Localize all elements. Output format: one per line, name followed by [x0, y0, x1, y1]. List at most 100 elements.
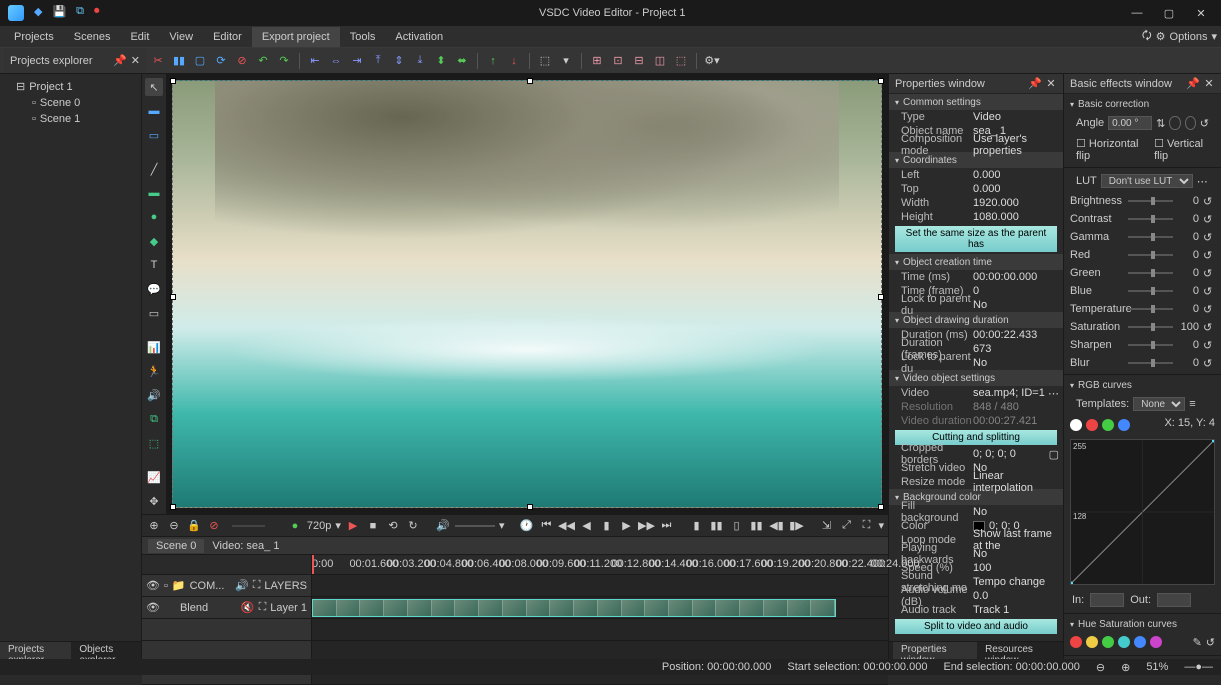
scene-tab[interactable]: Scene 0 [148, 539, 204, 553]
menu-scenes[interactable]: Scenes [64, 27, 121, 47]
resolution-label[interactable]: 720p [307, 520, 331, 532]
volume-slider[interactable] [455, 525, 495, 527]
tool-line-icon[interactable]: ╱ [145, 160, 163, 178]
tool-chart-icon[interactable]: 📊 [145, 338, 163, 356]
browse-icon[interactable]: ⋯ [1197, 175, 1208, 188]
tl-clock-icon[interactable]: 🕐 [518, 518, 534, 534]
reset-icon[interactable]: ↺ [1203, 231, 1215, 244]
tool-image-icon[interactable]: ▭ [145, 126, 163, 144]
section-creation[interactable]: Object creation time [889, 254, 1063, 270]
zoom-in-icon[interactable]: ⊕ [1121, 661, 1130, 674]
tool-rect-icon[interactable]: ▬ [145, 184, 163, 202]
snap4-icon[interactable]: ◫ [651, 52, 669, 70]
tl-marker5-icon[interactable]: ◀▮ [768, 518, 784, 534]
angle-input[interactable] [1108, 116, 1152, 130]
timeline-ruler[interactable]: 0:00 00:01.600 00:03.200 00:04.800 00:06… [312, 555, 888, 574]
section-hue-sat[interactable]: Hue Saturation curves [1070, 616, 1215, 632]
vflip-checkbox[interactable]: ☐ Vertical flip [1154, 137, 1209, 162]
slider-saturation[interactable] [1128, 326, 1173, 328]
slider-green[interactable] [1128, 272, 1173, 274]
slider-sharpen[interactable] [1128, 344, 1173, 346]
curve-blue-icon[interactable] [1118, 419, 1130, 431]
curve-out-input[interactable] [1157, 593, 1191, 607]
close-icon[interactable]: ✕ [1045, 78, 1057, 90]
new-icon[interactable]: ◆ [34, 5, 42, 21]
close-panel-icon[interactable]: ✕ [131, 54, 140, 67]
hue-yellow-icon[interactable] [1086, 636, 1098, 648]
hue-blue-icon[interactable] [1134, 636, 1146, 648]
tool-audio-icon[interactable]: 🔊 [145, 386, 163, 404]
slider-contrast[interactable] [1128, 218, 1173, 220]
eye-icon[interactable]: 👁 [146, 601, 160, 614]
tl-remove-icon[interactable]: ⊖ [166, 518, 182, 534]
saveall-icon[interactable]: ⧉ [76, 5, 84, 21]
tl-nextframe-icon[interactable]: ▶ [618, 518, 634, 534]
tree-scene-0[interactable]: ▫ Scene 0 [4, 95, 137, 111]
rotate-icon[interactable]: ⟳ [212, 52, 230, 70]
tool-animation-icon[interactable]: 🏃 [145, 362, 163, 380]
settings-icon[interactable]: ⚙▾ [703, 52, 721, 70]
tool-histogram-icon[interactable]: 📈 [145, 468, 163, 486]
mute-icon[interactable]: 🔇 [241, 601, 255, 614]
lock-icon[interactable]: ▫ [164, 580, 168, 592]
slider-red[interactable] [1128, 254, 1173, 256]
pin-icon[interactable]: 📌 [1187, 78, 1199, 90]
section-video-settings[interactable]: Video object settings [889, 370, 1063, 386]
reset-icon[interactable]: ↺ [1203, 339, 1215, 352]
align-center-v-icon[interactable]: ⇕ [390, 52, 408, 70]
section-rgb-curves[interactable]: RGB curves [1070, 377, 1215, 393]
tree-scene-1[interactable]: ▫ Scene 1 [4, 111, 137, 127]
zoom-slider-icon[interactable]: —●— [1184, 661, 1213, 673]
chevron-down-icon[interactable]: ▾ [878, 519, 884, 532]
tool-subtitle-icon[interactable]: ▭ [145, 304, 163, 322]
menu-projects[interactable]: Projects [4, 27, 64, 47]
audio-icon[interactable]: 🔊 [235, 579, 249, 592]
pen-icon[interactable]: ✎ [1193, 636, 1202, 649]
align-left-icon[interactable]: ⇤ [306, 52, 324, 70]
hue-red-icon[interactable] [1070, 636, 1082, 648]
tl-marker6-icon[interactable]: ▮▶ [788, 518, 804, 534]
tool-counter-icon[interactable]: ⧉ [145, 410, 163, 428]
tool-freeform-icon[interactable]: ◆ [145, 232, 163, 250]
same-size-button[interactable]: Set the same size as the parent has [895, 226, 1057, 252]
crop-icon[interactable]: ▢ [191, 52, 209, 70]
chevron-down-icon[interactable]: ▾ [335, 519, 341, 532]
rotate-cw-icon[interactable] [1185, 116, 1196, 130]
layer-down-icon[interactable]: ↓ [505, 52, 523, 70]
undo-icon[interactable]: ↶ [254, 52, 272, 70]
split-av-button[interactable]: Split to video and audio [895, 619, 1057, 634]
tl-lock-icon[interactable]: 🔒 [186, 518, 202, 534]
redo-icon[interactable]: ↷ [275, 52, 293, 70]
tl-marker4-icon[interactable]: ▮▮ [748, 518, 764, 534]
align-top-icon[interactable]: ⤒ [369, 52, 387, 70]
hue-green-icon[interactable] [1102, 636, 1114, 648]
maximize-button[interactable]: ▢ [1157, 4, 1181, 22]
slider-blue[interactable] [1128, 290, 1173, 292]
tl-stop-icon[interactable]: ■ [365, 518, 381, 534]
reset-icon[interactable]: ↺ [1203, 213, 1215, 226]
menu-export[interactable]: Export project [252, 27, 340, 47]
tl-fit3-icon[interactable]: ⛶ [858, 518, 874, 534]
crop-icon[interactable]: ▢ [1049, 448, 1059, 461]
tl-start-icon[interactable]: ⏮ [538, 518, 554, 534]
tl-add-icon[interactable]: ⊕ [146, 518, 162, 534]
browse-icon[interactable]: ⋯ [1048, 387, 1059, 400]
reset-icon[interactable]: ↺ [1200, 117, 1209, 130]
align-bottom-icon[interactable]: ⤓ [411, 52, 429, 70]
curve-green-icon[interactable] [1102, 419, 1114, 431]
section-duration[interactable]: Object drawing duration [889, 312, 1063, 328]
reset-icon[interactable]: ↺ [1203, 303, 1215, 316]
options-button[interactable]: 🗘 ⚙ Options ▾ [1142, 27, 1217, 46]
slider-gamma[interactable] [1128, 236, 1173, 238]
snap3-icon[interactable]: ⊟ [630, 52, 648, 70]
slider-blur[interactable] [1128, 362, 1173, 364]
curve-all-icon[interactable] [1070, 419, 1082, 431]
tool-spectrum-icon[interactable]: ⬚ [145, 434, 163, 452]
tool-ellipse-icon[interactable]: ● [145, 208, 163, 226]
tl-prev-icon[interactable]: ◀◀ [558, 518, 574, 534]
tl-end-icon[interactable]: ⏭ [658, 518, 674, 534]
maximize-icon[interactable]: ⛶ [253, 579, 261, 592]
menu-tools[interactable]: Tools [340, 27, 386, 47]
align-center-h-icon[interactable]: ⇔ [327, 52, 345, 70]
lut-select[interactable]: Don't use LUT [1101, 174, 1193, 188]
